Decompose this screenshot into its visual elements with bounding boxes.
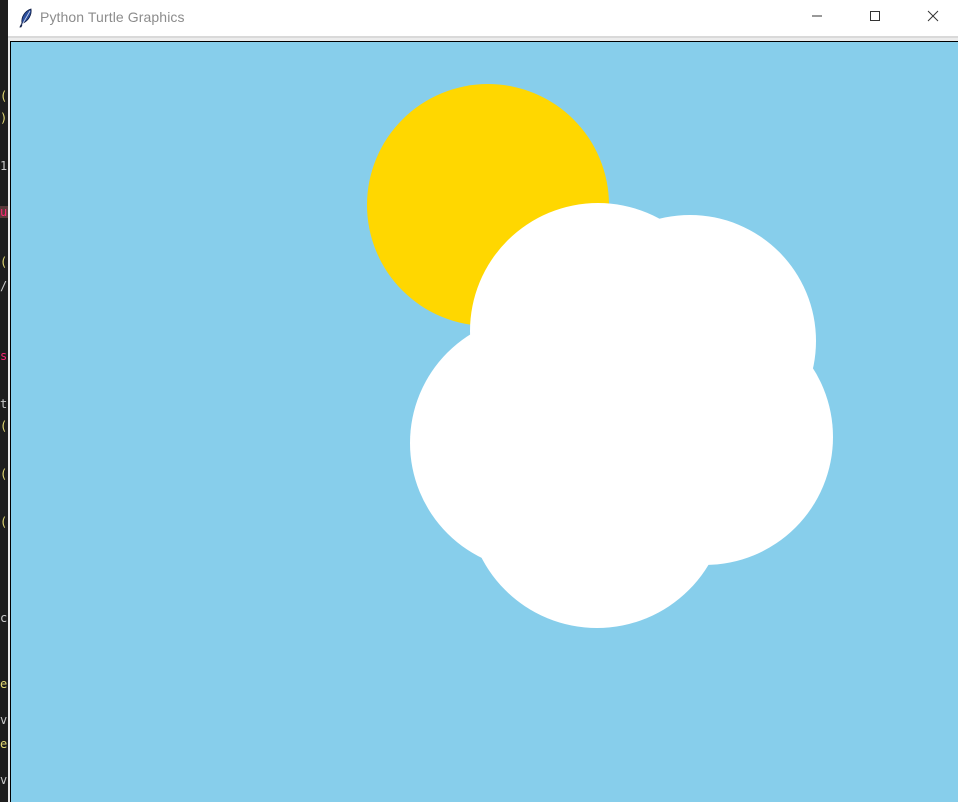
maximize-icon <box>869 9 881 27</box>
minimize-icon <box>811 9 823 27</box>
turtle-canvas[interactable] <box>10 41 958 802</box>
turtle-window: ( ) 1 u ( / s t ( ( ( c e v e v Python T… <box>0 0 958 802</box>
close-button[interactable] <box>910 0 956 36</box>
minimize-button[interactable] <box>794 0 840 36</box>
maximize-button[interactable] <box>852 0 898 36</box>
drawing <box>367 84 833 628</box>
title-bar[interactable]: Python Turtle Graphics <box>8 0 958 36</box>
background-editor-sliver: ( ) 1 u ( / s t ( ( ( c e v e v <box>0 0 8 802</box>
canvas-frame <box>8 38 958 802</box>
feather-icon <box>18 8 34 28</box>
window-title: Python Turtle Graphics <box>40 9 185 25</box>
close-icon <box>927 9 939 27</box>
cloud-puff <box>481 282 761 562</box>
